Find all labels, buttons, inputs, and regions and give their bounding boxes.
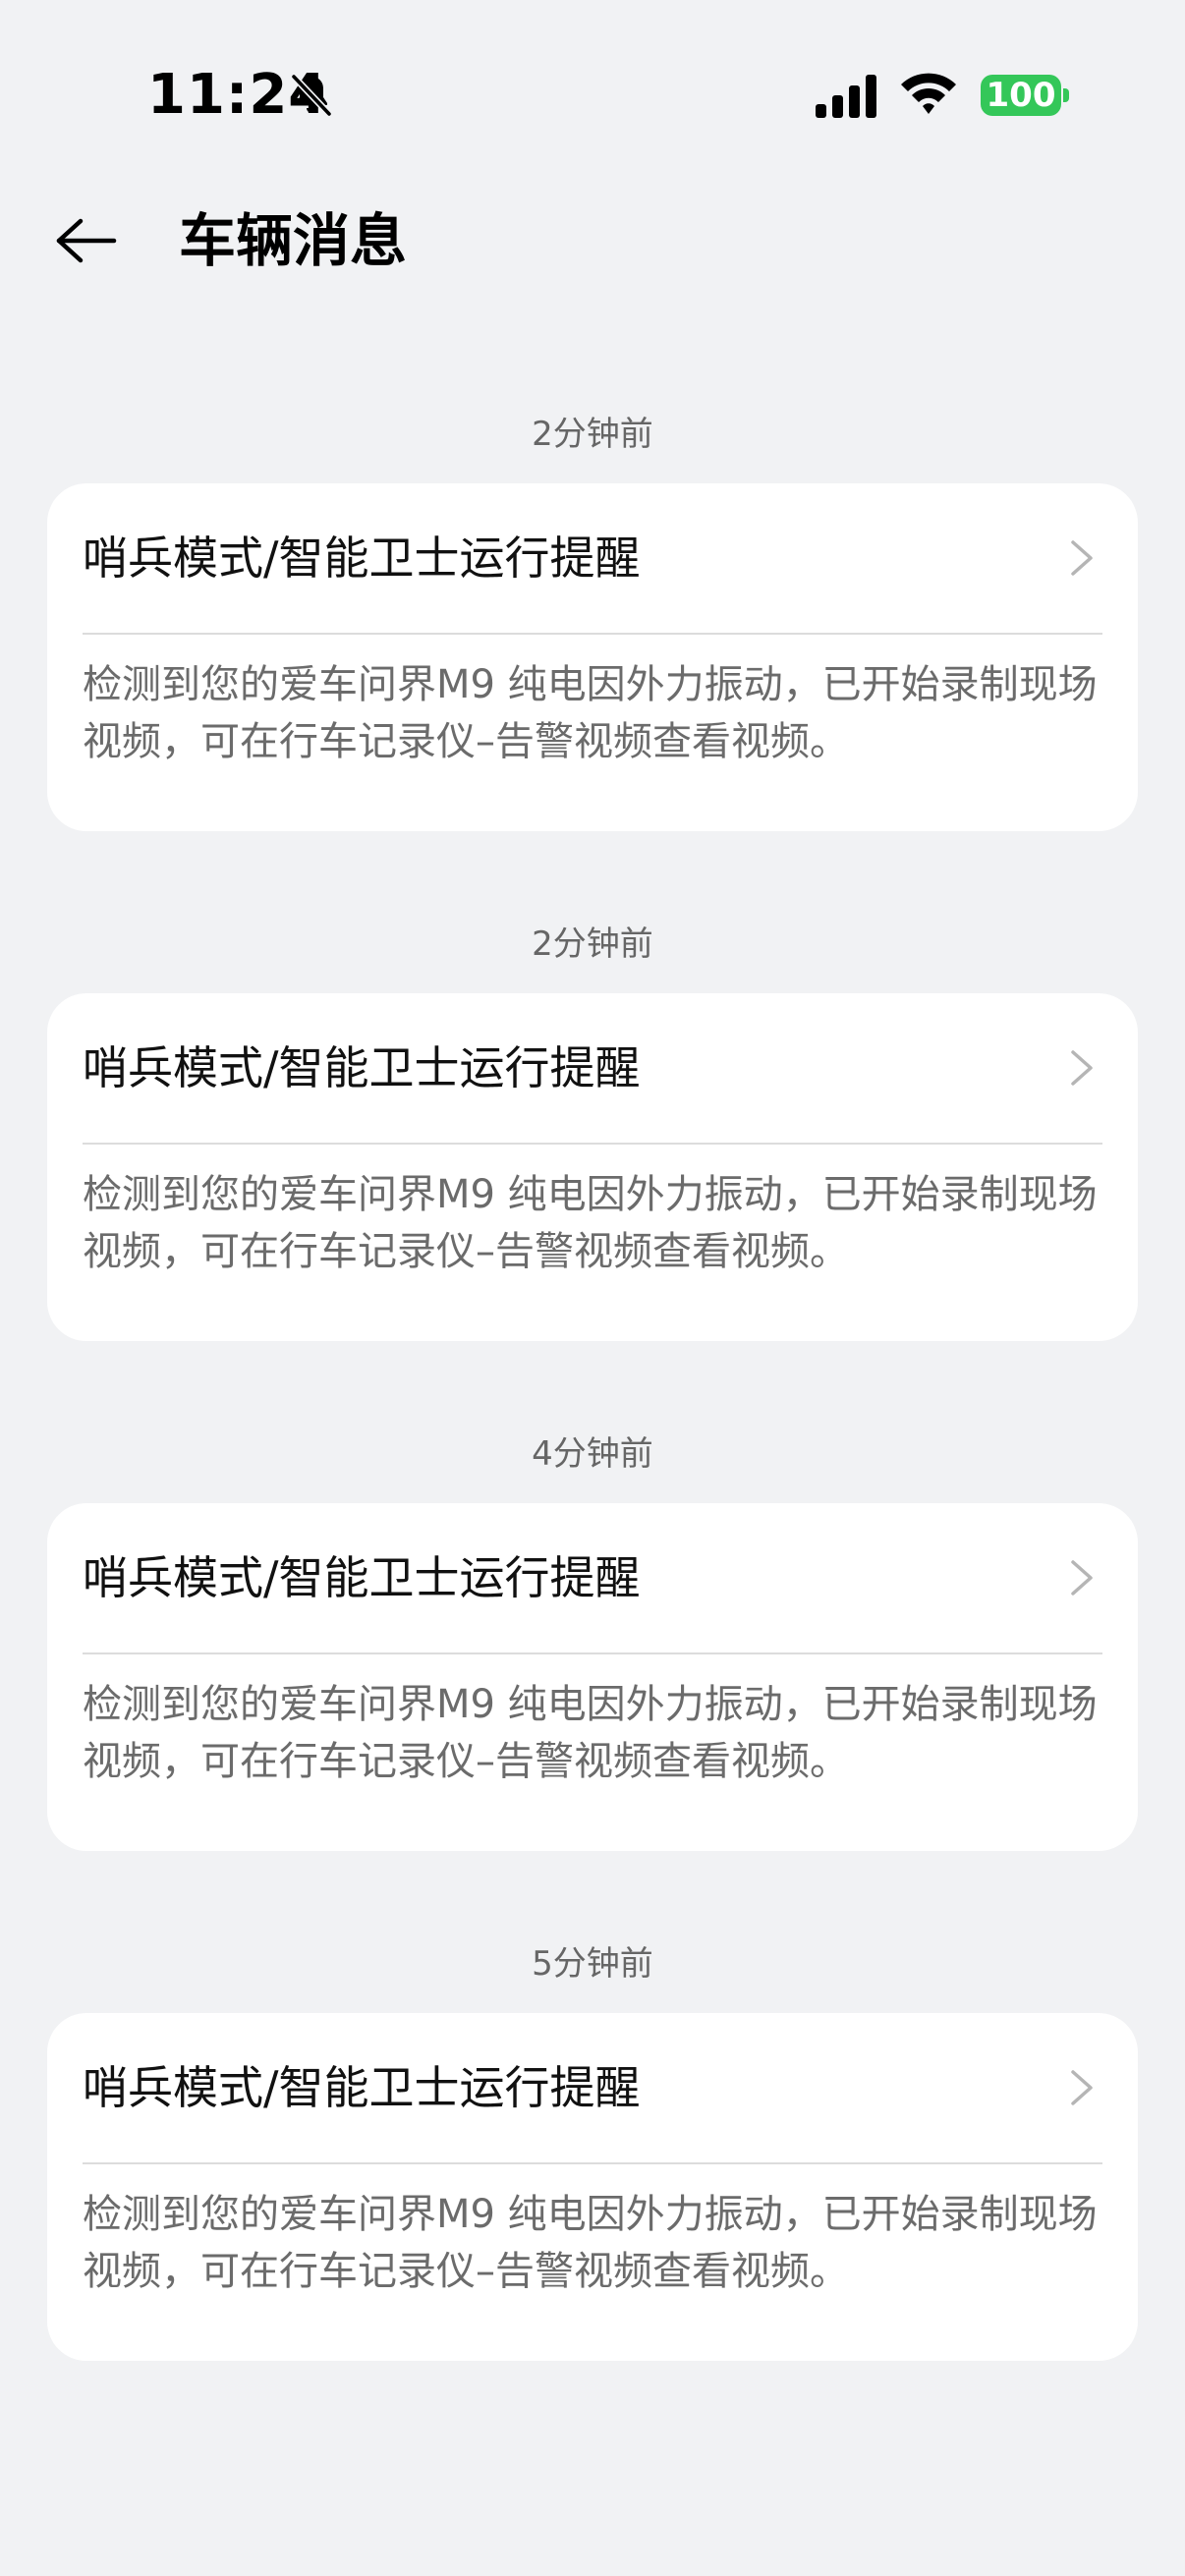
- message-body: 检测到您的爱车问界M9 纯电因外力振动，已开始录制现场视频，可在行车记录仪–告警…: [83, 1682, 1098, 1784]
- message-card[interactable]: 哨兵模式/智能卫士运行提醒 检测到您的爱车问界M9 纯电因外力振动，已开始录制现…: [47, 483, 1138, 831]
- message-body: 检测到您的爱车问界M9 纯电因外力振动，已开始录制现场视频，可在行车记录仪–告警…: [83, 662, 1098, 764]
- message-list: 2分钟前 哨兵模式/智能卫士运行提醒 检测到您的爱车问界M9 纯电因外力振动，已…: [0, 393, 1185, 2433]
- message-title: 哨兵模式/智能卫士运行提醒: [83, 1551, 641, 1604]
- message-card-header[interactable]: 哨兵模式/智能卫士运行提醒: [47, 2013, 1138, 2162]
- battery-cap: [1063, 88, 1069, 102]
- message-timestamp: 2分钟前: [532, 415, 653, 454]
- message-timestamp: 4分钟前: [532, 1434, 653, 1474]
- message-card-header[interactable]: 哨兵模式/智能卫士运行提醒: [47, 483, 1138, 633]
- message-timestamp: 2分钟前: [532, 924, 653, 964]
- chevron-right-icon: [1071, 2070, 1093, 2105]
- message-group: 2分钟前 哨兵模式/智能卫士运行提醒 检测到您的爱车问界M9 纯电因外力振动，已…: [0, 903, 1185, 1413]
- chevron-right-icon: [1071, 1050, 1093, 1086]
- card-divider: [83, 1652, 1102, 1654]
- signal-icon: [816, 75, 876, 118]
- message-group: 5分钟前 哨兵模式/智能卫士运行提醒 检测到您的爱车问界M9 纯电因外力振动，已…: [0, 1923, 1185, 2433]
- message-timestamp: 5分钟前: [532, 1944, 653, 1984]
- battery-indicator: 100: [981, 75, 1069, 116]
- header: 车辆消息: [0, 187, 1185, 295]
- arrow-left-icon: [56, 218, 117, 263]
- chevron-right-icon: [1071, 1560, 1093, 1596]
- chevron-right-icon: [1071, 540, 1093, 576]
- message-card[interactable]: 哨兵模式/智能卫士运行提醒 检测到您的爱车问界M9 纯电因外力振动，已开始录制现…: [47, 2013, 1138, 2361]
- message-body: 检测到您的爱车问界M9 纯电因外力振动，已开始录制现场视频，可在行车记录仪–告警…: [83, 2192, 1098, 2294]
- status-bar: 11:24 100: [0, 0, 1185, 187]
- bell-off-icon: [291, 74, 332, 117]
- card-divider: [83, 633, 1102, 635]
- message-title: 哨兵模式/智能卫士运行提醒: [83, 532, 641, 585]
- page-title: 车辆消息: [179, 207, 408, 274]
- message-body: 检测到您的爱车问界M9 纯电因外力振动，已开始录制现场视频，可在行车记录仪–告警…: [83, 1172, 1098, 1274]
- message-card-header[interactable]: 哨兵模式/智能卫士运行提醒: [47, 993, 1138, 1143]
- message-title: 哨兵模式/智能卫士运行提醒: [83, 1041, 641, 1094]
- message-card-header[interactable]: 哨兵模式/智能卫士运行提醒: [47, 1503, 1138, 1652]
- wifi-icon: [901, 73, 956, 114]
- back-button[interactable]: [47, 206, 126, 275]
- message-group: 4分钟前 哨兵模式/智能卫士运行提醒 检测到您的爱车问界M9 纯电因外力振动，已…: [0, 1413, 1185, 1923]
- message-card[interactable]: 哨兵模式/智能卫士运行提醒 检测到您的爱车问界M9 纯电因外力振动，已开始录制现…: [47, 1503, 1138, 1851]
- message-group: 2分钟前 哨兵模式/智能卫士运行提醒 检测到您的爱车问界M9 纯电因外力振动，已…: [0, 393, 1185, 903]
- card-divider: [83, 1143, 1102, 1145]
- battery-level: 100: [981, 75, 1061, 116]
- message-title: 哨兵模式/智能卫士运行提醒: [83, 2061, 641, 2114]
- message-card[interactable]: 哨兵模式/智能卫士运行提醒 检测到您的爱车问界M9 纯电因外力振动，已开始录制现…: [47, 993, 1138, 1341]
- card-divider: [83, 2162, 1102, 2164]
